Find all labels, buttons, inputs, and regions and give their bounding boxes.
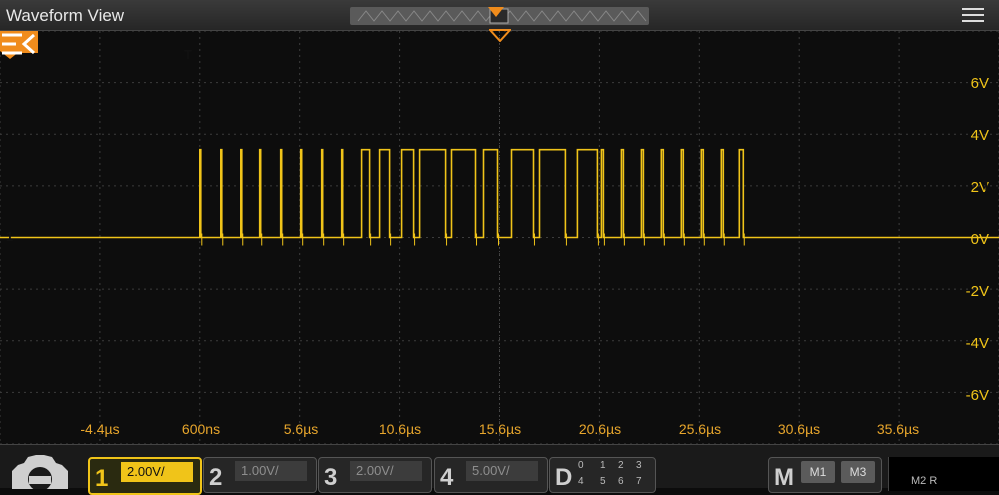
hamburger-menu-icon (962, 8, 984, 10)
title-bar: Waveform View (0, 0, 999, 31)
digital-bit: 5 (600, 476, 606, 487)
digital-bit: 0 (578, 460, 584, 471)
x-tick-2: 600ns (181, 421, 221, 437)
x-tick-6: 20.6µs (578, 421, 622, 437)
y-tick-0v: 0V (970, 231, 989, 248)
digital-bit: 7 (636, 476, 642, 487)
x-tick-8: 30.6µs (777, 421, 821, 437)
trigger-level-label: T (982, 177, 991, 193)
channel-2-button[interactable]: 2 1.00V/ (203, 457, 317, 493)
digital-bit: 3 (636, 460, 642, 471)
waveform-plot[interactable]: 6V 4V 2V 0V -2V -4V -6V -4.4µs 600ns 5.6… (0, 30, 999, 444)
math-channels-button[interactable]: M M1 M3 (768, 457, 882, 493)
channel-1-scale: 2.00V/ (121, 462, 193, 482)
digital-channels-button[interactable]: D 0 1 2 3 4 5 6 7 (549, 457, 656, 493)
channel-1-button[interactable]: 1 2.00V/ (88, 457, 202, 495)
channel1-marker-label: 1 (6, 229, 14, 244)
channel-3-button[interactable]: 3 2.00V/ (318, 457, 432, 493)
collapse-panel-icon[interactable] (0, 31, 36, 57)
channel-bar: 1 2.00V/ 2 1.00V/ 3 2.00V/ 4 5.00V/ D 0 … (0, 444, 999, 495)
trigger-time-label: T (184, 47, 192, 62)
y-tick-4v: 4V (970, 127, 989, 144)
x-tick-7: 25.6µs (678, 421, 722, 437)
digital-label: D (555, 464, 573, 491)
x-tick-1: -4.4µs (80, 421, 120, 437)
waveform-chart (0, 31, 999, 444)
math-tab-m3[interactable]: M3 (841, 461, 875, 483)
x-tick-5: 15.6µs (478, 421, 522, 437)
channel-3-scale: 2.00V/ (350, 461, 422, 481)
menu-button[interactable] (962, 8, 984, 22)
reference-panel[interactable]: M2 R (888, 457, 999, 491)
channel-4-scale: 5.00V/ (466, 461, 538, 481)
x-tick-3: 5.6µs (283, 421, 319, 437)
window-title: Waveform View (6, 6, 125, 25)
math-tab-m1[interactable]: M1 (801, 461, 835, 483)
digital-bit: 2 (618, 460, 624, 471)
channel-2-number: 2 (209, 464, 223, 491)
x-tick-4: 10.6µs (378, 421, 422, 437)
y-tick-6v: 6V (970, 75, 989, 92)
x-tick-9: 35.6µs (876, 421, 920, 437)
channel-4-button[interactable]: 4 5.00V/ (434, 457, 548, 493)
channel-2-scale: 1.00V/ (235, 461, 307, 481)
channel-3-number: 3 (324, 464, 338, 491)
digital-bit: 6 (618, 476, 624, 487)
channel-4-number: 4 (440, 464, 454, 491)
trigger-delay-marker[interactable] (489, 29, 511, 42)
reference-label: M2 R (911, 475, 938, 487)
channel-1-number: 1 (95, 465, 109, 492)
gear-icon[interactable] (2, 449, 78, 489)
math-label: M (774, 464, 794, 491)
y-tick-neg2v: -2V (965, 283, 989, 300)
y-tick-neg6v: -6V (965, 387, 989, 404)
trigger-position-indicator (488, 7, 504, 17)
digital-bit: 1 (600, 460, 606, 471)
digital-bit: 4 (578, 476, 584, 487)
y-tick-neg4v: -4V (965, 335, 989, 352)
